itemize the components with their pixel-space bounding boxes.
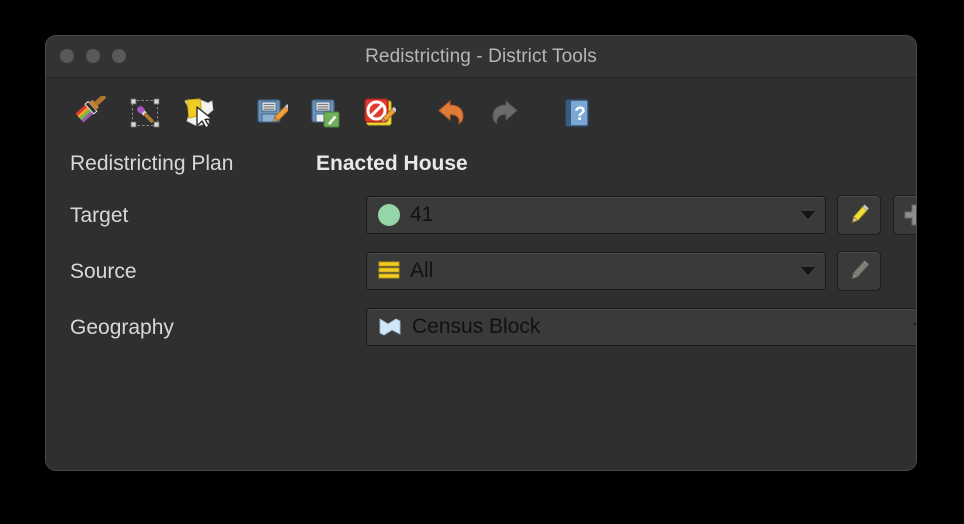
plan-label: Redistricting Plan: [70, 152, 234, 175]
target-dropdown-arrow[interactable]: [791, 211, 825, 219]
edit-assignments-button[interactable]: [250, 92, 292, 134]
discard-assignments-icon: [364, 98, 396, 126]
window-body: ? Redistricting Plan Enacted House Targe…: [46, 78, 916, 470]
add-district-button[interactable]: [893, 195, 916, 235]
select-features-icon: [184, 98, 214, 129]
source-dropdown-arrow[interactable]: [791, 267, 825, 275]
target-row: Target 41: [46, 188, 916, 244]
source-label: Source: [70, 260, 137, 283]
discard-assignments-button[interactable]: [358, 92, 400, 134]
commit-assignments-icon: [311, 99, 340, 128]
paint-districts-icon: [75, 96, 106, 123]
paint-rectangle-button[interactable]: [124, 92, 166, 134]
target-combobox[interactable]: 41: [366, 196, 826, 234]
title-bar: Redistricting - District Tools: [46, 36, 916, 78]
source-combobox[interactable]: All: [366, 252, 826, 290]
geography-dropdown-arrow[interactable]: [903, 323, 916, 331]
edit-source-button[interactable]: [837, 251, 881, 291]
undo-icon: [438, 99, 464, 125]
redo-icon: [492, 99, 518, 125]
undo-button[interactable]: [430, 92, 472, 134]
pencil-icon: [851, 204, 870, 223]
help-button[interactable]: ?: [556, 92, 598, 134]
layers-icon: [378, 261, 400, 279]
toolbar: ?: [70, 92, 598, 134]
source-layers-swatch: [377, 260, 401, 282]
redo-button[interactable]: [484, 92, 526, 134]
svg-text:?: ?: [574, 104, 586, 125]
plan-row: Redistricting Plan Enacted House: [46, 140, 916, 188]
geography-shape-swatch: [377, 317, 403, 337]
plan-value: Enacted House: [316, 152, 468, 175]
target-value: 41: [410, 203, 434, 226]
district-tools-window: Redistricting - District Tools ? Redistr…: [46, 36, 916, 470]
geography-row: Geography Census Block: [46, 300, 916, 356]
help-icon: ?: [565, 99, 589, 127]
paint-rectangle-icon: [130, 98, 160, 128]
target-color-swatch: [377, 203, 401, 227]
geography-combobox[interactable]: Census Block: [366, 308, 916, 346]
target-label: Target: [70, 204, 129, 227]
geography-label: Geography: [70, 316, 174, 339]
window-title: Redistricting - District Tools: [365, 46, 597, 67]
geography-value: Census Block: [412, 315, 541, 338]
select-features-button[interactable]: [178, 92, 220, 134]
commit-assignments-button[interactable]: [304, 92, 346, 134]
edit-assignments-icon: [257, 99, 288, 123]
form-area: Redistricting Plan Enacted House Target …: [46, 140, 916, 356]
pencil-icon: [851, 260, 870, 279]
plus-icon: [904, 204, 916, 226]
edit-district-button[interactable]: [837, 195, 881, 235]
polygon-icon: [379, 318, 401, 336]
paint-districts-button[interactable]: [70, 92, 112, 134]
source-value: All: [410, 259, 434, 282]
source-row: Source All: [46, 244, 916, 300]
